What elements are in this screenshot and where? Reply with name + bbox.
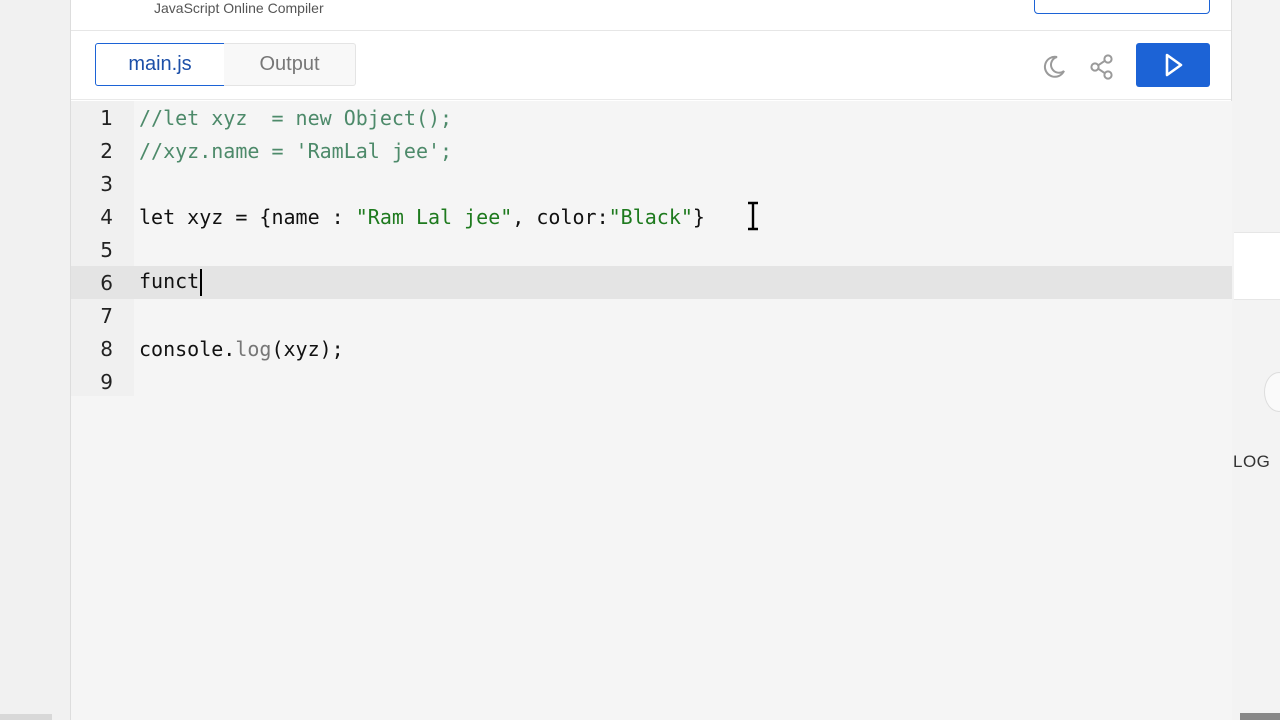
text-caret — [200, 269, 203, 296]
line-number: 9 — [100, 369, 113, 394]
run-button[interactable] — [1136, 43, 1210, 87]
code-token: let xyz = {name : — [139, 204, 356, 229]
code-token: funct — [139, 269, 200, 293]
line-number: 4 — [100, 204, 113, 229]
line-number: 8 — [100, 336, 113, 361]
moon-icon[interactable] — [1038, 51, 1070, 83]
background-circle — [1264, 372, 1280, 412]
editor-toolbar: main.js Output — [71, 31, 1231, 100]
page-subtitle: JavaScript Online Compiler — [154, 0, 324, 16]
code-text: funct — [139, 269, 203, 296]
play-icon — [1165, 53, 1183, 77]
background-log-text: LOG — [1233, 452, 1271, 471]
code-token: , color: — [512, 204, 609, 229]
background-card — [1234, 232, 1280, 300]
line-number: 7 — [100, 303, 113, 328]
code-token: } — [692, 204, 705, 229]
line-number: 5 — [100, 237, 113, 262]
code-line-active[interactable]: 6 funct — [71, 266, 1232, 299]
line-number: 6 — [100, 270, 113, 295]
code-text: //xyz.name = 'RamLal jee'; — [139, 138, 453, 163]
code-line[interactable]: 2 //xyz.name = 'RamLal jee'; — [71, 134, 1232, 167]
code-line[interactable]: 8 console.log(xyz); — [71, 332, 1232, 365]
background-left — [0, 0, 70, 720]
code-line[interactable]: 5 — [71, 233, 1232, 266]
share-icon[interactable] — [1086, 51, 1118, 83]
login-button[interactable] — [1034, 0, 1210, 14]
code-token: console — [139, 336, 224, 361]
ibeam-cursor-icon — [748, 201, 758, 231]
background-right: LOG — [1232, 0, 1280, 720]
code-token: . — [223, 336, 236, 361]
code-line[interactable]: 7 — [71, 299, 1232, 332]
string-token: "Ram Lal jee" — [355, 204, 513, 229]
string-token: "Black" — [608, 204, 693, 229]
code-text: //let xyz = new Object(); — [139, 105, 453, 130]
line-number: 1 — [100, 105, 113, 130]
line-number: 3 — [100, 171, 113, 196]
code-token: (xyz); — [271, 336, 344, 361]
code-text: let xyz = {name : "Ram Lal jee", color:"… — [139, 205, 705, 229]
background-shadow — [0, 714, 52, 720]
top-bar: JavaScript Online Compiler — [71, 0, 1231, 31]
code-editor[interactable]: 1 //let xyz = new Object(); 2 //xyz.name… — [71, 101, 1232, 720]
method-token: log — [235, 336, 272, 361]
tab-output[interactable]: Output — [224, 43, 356, 86]
background-block — [1240, 713, 1280, 720]
line-number: 2 — [100, 138, 113, 163]
tab-main-js[interactable]: main.js — [95, 43, 225, 86]
code-line[interactable]: 1 //let xyz = new Object(); — [71, 101, 1232, 134]
code-line[interactable]: 4 let xyz = {name : "Ram Lal jee", color… — [71, 200, 1232, 233]
code-line[interactable]: 3 — [71, 167, 1232, 200]
compiler-panel: JavaScript Online Compiler main.js Outpu… — [70, 0, 1232, 720]
code-line[interactable]: 9 — [71, 365, 1232, 398]
code-text: console.log(xyz); — [139, 337, 344, 361]
